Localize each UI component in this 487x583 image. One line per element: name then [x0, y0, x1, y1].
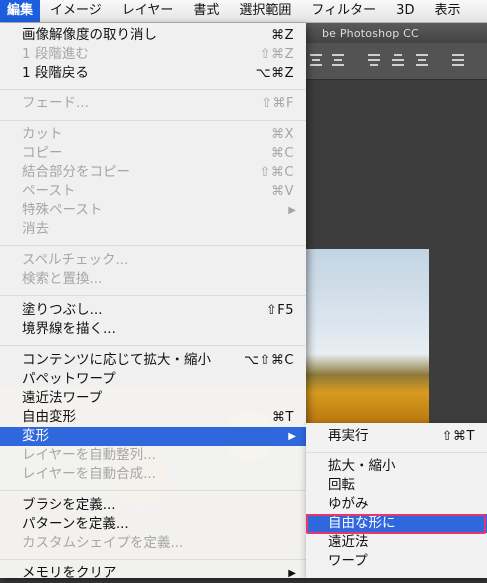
menu-separator — [0, 89, 306, 90]
menu-item-transform[interactable]: 変形 ▶ — [0, 427, 306, 446]
submenu-item-rotate[interactable]: 回転 — [306, 476, 487, 495]
submenu-arrow-icon: ▶ — [288, 568, 296, 579]
menubar-3d[interactable]: 3D — [386, 0, 424, 22]
menu-item-auto-blend-layers[interactable]: レイヤーを自動合成... — [0, 465, 306, 484]
menu-item-spell-check[interactable]: スペルチェック... — [0, 251, 306, 270]
submenu-item-again[interactable]: 再実行 ⇧⌘T — [306, 427, 487, 446]
menu-separator — [0, 245, 306, 246]
menu-item-paste[interactable]: ペースト ⌘V — [0, 182, 306, 201]
menubar-type[interactable]: 書式 — [183, 0, 229, 22]
submenu-item-skew[interactable]: ゆがみ — [306, 495, 487, 514]
menu-item-find-replace[interactable]: 検索と置換... — [0, 270, 306, 289]
menu-item-purge[interactable]: メモリをクリア ▶ — [0, 564, 306, 583]
submenu-arrow-icon: ▶ — [288, 431, 296, 442]
menu-bar: 編集 イメージ レイヤー 書式 選択範囲 フィルター 3D 表示 — [0, 0, 487, 23]
distribute-bottom-icon[interactable] — [414, 52, 430, 68]
menu-item-perspective-warp[interactable]: 遠近法ワープ — [0, 389, 306, 408]
transform-submenu: 再実行 ⇧⌘T 拡大・縮小 回転 ゆがみ 自由な形に 遠近法 ワープ — [306, 423, 487, 578]
menu-item-auto-align-layers[interactable]: レイヤーを自動整列... — [0, 446, 306, 465]
menu-item-paste-special[interactable]: 特殊ペースト ▶ — [0, 201, 306, 220]
align-middle-icon[interactable] — [330, 52, 346, 68]
menu-separator — [0, 295, 306, 296]
menu-item-fill[interactable]: 塗りつぶし... ⇧F5 — [0, 301, 306, 320]
menu-item-undo[interactable]: 画像解像度の取り消し ⌘Z — [0, 26, 306, 45]
submenu-item-distort[interactable]: 自由な形に — [306, 514, 487, 533]
menubar-edit[interactable]: 編集 — [0, 0, 41, 22]
window-title: be Photoshop CC — [322, 27, 419, 40]
menu-item-define-custom-shape[interactable]: カスタムシェイプを定義... — [0, 534, 306, 553]
menu-item-step-backward[interactable]: 1 段階戻る ⌥⌘Z — [0, 64, 306, 83]
menu-item-content-aware-scale[interactable]: コンテンツに応じて拡大・縮小 ⌥⇧⌘C — [0, 351, 306, 370]
submenu-item-perspective[interactable]: 遠近法 — [306, 533, 487, 552]
menu-item-stroke[interactable]: 境界線を描く... — [0, 320, 306, 339]
menu-item-free-transform[interactable]: 自由変形 ⌘T — [0, 408, 306, 427]
edit-menu: 画像解像度の取り消し ⌘Z 1 段階進む ⇧⌘Z 1 段階戻る ⌥⌘Z フェード...… — [0, 23, 306, 581]
submenu-item-scale[interactable]: 拡大・縮小 — [306, 457, 487, 476]
menu-separator — [0, 345, 306, 346]
distribute-left-icon[interactable] — [450, 52, 466, 68]
menu-item-cut[interactable]: カット ⌘X — [0, 125, 306, 144]
menu-item-copy[interactable]: コピー ⌘C — [0, 144, 306, 163]
submenu-arrow-icon: ▶ — [288, 205, 296, 216]
menu-item-define-pattern[interactable]: パターンを定義... — [0, 515, 306, 534]
align-top-icon[interactable] — [308, 52, 324, 68]
menu-item-fade[interactable]: フェード... ⇧⌘F — [0, 94, 306, 113]
submenu-item-warp[interactable]: ワープ — [306, 552, 487, 571]
menubar-filter[interactable]: フィルター — [301, 0, 386, 22]
document-photo — [306, 249, 429, 424]
menu-item-step-forward[interactable]: 1 段階進む ⇧⌘Z — [0, 45, 306, 64]
menubar-image[interactable]: イメージ — [40, 0, 112, 22]
menubar-layer[interactable]: レイヤー — [112, 0, 184, 22]
menubar-view[interactable]: 表示 — [424, 0, 470, 22]
menu-item-puppet-warp[interactable]: パペットワープ — [0, 370, 306, 389]
distribute-top-icon[interactable] — [366, 52, 382, 68]
distribute-middle-icon[interactable] — [390, 52, 406, 68]
menu-separator — [0, 120, 306, 121]
menubar-select[interactable]: 選択範囲 — [229, 0, 301, 22]
menu-separator — [306, 452, 487, 453]
menu-separator — [0, 559, 306, 560]
menu-item-copy-merged[interactable]: 結合部分をコピー ⇧⌘C — [0, 163, 306, 182]
menu-separator — [0, 490, 306, 491]
menu-item-clear[interactable]: 消去 — [0, 220, 306, 239]
menu-item-define-brush[interactable]: ブラシを定義... — [0, 496, 306, 515]
